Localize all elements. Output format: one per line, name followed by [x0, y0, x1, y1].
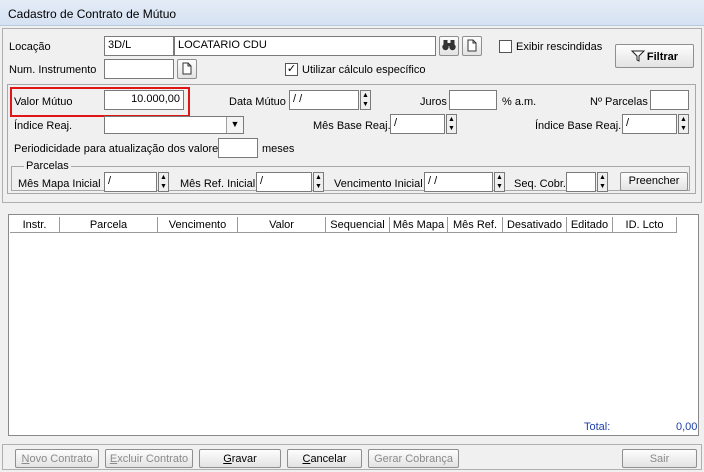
parcelas-group-label: Parcelas [24, 160, 71, 172]
funnel-icon [630, 50, 646, 62]
vencimento-inicial-spinner[interactable]: ▲ ▼ [494, 172, 505, 192]
mes-base-reaj-input[interactable]: / [390, 114, 445, 134]
vencimento-inicial-input[interactable]: / / [424, 172, 493, 192]
grid-col-instr[interactable]: Instr. [10, 217, 60, 232]
grid-col-vencimento[interactable]: Vencimento [158, 217, 238, 232]
num-parcelas-label: Nº Parcelas [590, 96, 648, 108]
grid-col-sequencial[interactable]: Sequencial [326, 217, 390, 232]
indice-reaj-label: Índice Reaj. [14, 120, 73, 132]
valor-mutuo-input[interactable]: 10.000,00 [104, 90, 184, 110]
mes-base-reaj-label: Mês Base Reaj. [313, 120, 391, 132]
num-instrumento-label: Num. Instrumento [9, 64, 97, 76]
mes-mapa-inicial-spinner[interactable]: ▲ ▼ [158, 172, 169, 192]
indice-reaj-select[interactable] [104, 116, 244, 134]
periodicidade-label: Periodicidade para atualização dos valor… [14, 143, 224, 155]
mes-ref-inicial-label: Mês Ref. Inicial [180, 178, 256, 190]
indice-reaj-dropdown-button[interactable]: ▼ [226, 117, 243, 133]
search-locacao-button[interactable] [439, 36, 459, 56]
grid-col-desativado[interactable]: Desativado [503, 217, 567, 232]
filtrar-button[interactable]: Filtrar [615, 44, 694, 68]
num-parcelas-input[interactable] [650, 90, 689, 110]
document-icon [182, 62, 192, 75]
utilizar-calculo-checkbox[interactable]: ✓ [285, 63, 298, 76]
juros-unit: % a.m. [502, 96, 537, 108]
grid-col-valor[interactable]: Valor [238, 217, 326, 232]
document-icon [467, 39, 477, 52]
grid-col-id-lcto[interactable]: ID. Lcto [613, 217, 677, 232]
mes-ref-inicial-input[interactable]: / [256, 172, 312, 192]
preencher-button[interactable]: Preencher [620, 172, 688, 191]
total-label: Total: [584, 421, 611, 433]
periodicidade-input[interactable] [218, 138, 258, 158]
new-doc-instrumento-button[interactable] [177, 59, 197, 79]
periodicidade-unit: meses [262, 143, 295, 155]
seq-cobr-spinner[interactable]: ▲ ▼ [597, 172, 608, 192]
data-mutuo-input[interactable]: / / [289, 90, 359, 110]
grid-col-editado[interactable]: Editado [567, 217, 613, 232]
locacao-code-input[interactable]: 3D/L [104, 36, 174, 56]
exibir-rescindidas-label: Exibir rescindidas [516, 41, 603, 53]
mes-ref-inicial-spinner[interactable]: ▲ ▼ [313, 172, 324, 192]
grid-col-mes-ref[interactable]: Mês Ref. [448, 217, 503, 232]
seq-cobr-input[interactable] [566, 172, 596, 192]
vencimento-inicial-label: Vencimento Inicial [334, 178, 423, 190]
gravar-button[interactable]: Gravar [199, 449, 281, 468]
locacao-name-input[interactable]: LOCATARIO CDU [174, 36, 436, 56]
filtrar-label: Filtrar [646, 51, 679, 63]
chevron-down-icon: ▼ [230, 119, 240, 129]
sair-button[interactable]: Sair [622, 449, 697, 468]
indice-base-reaj-input[interactable]: / [622, 114, 677, 134]
indice-base-reaj-spinner[interactable]: ▲ ▼ [678, 114, 689, 134]
preencher-label: Preencher [628, 175, 680, 187]
seq-cobr-label: Seq. Cobr. [514, 178, 566, 190]
novo-contrato-button[interactable]: Novo Contrato [15, 449, 99, 468]
parcelas-grid[interactable] [8, 214, 699, 436]
data-mutuo-label: Data Mútuo [229, 96, 286, 108]
grid-col-parcela[interactable]: Parcela [60, 217, 158, 232]
valor-mutuo-label: Valor Mútuo [14, 96, 73, 108]
exibir-rescindidas-checkbox[interactable] [499, 40, 512, 53]
utilizar-calculo-label: Utilizar cálculo específico [302, 64, 426, 76]
locacao-label: Locação [9, 41, 51, 53]
grid-col-mes-mapa[interactable]: Mês Mapa [390, 217, 448, 232]
new-doc-locacao-button[interactable] [462, 36, 482, 56]
indice-base-reaj-label: Índice Base Reaj. [535, 120, 622, 132]
mes-mapa-inicial-input[interactable]: / [104, 172, 157, 192]
grid-header: Instr. Parcela Vencimento Valor Sequenci… [10, 217, 677, 233]
data-mutuo-spinner[interactable]: ▲ ▼ [360, 90, 371, 110]
gerar-cobranca-button[interactable]: Gerar Cobrança [368, 449, 459, 468]
binoculars-icon [442, 40, 456, 51]
mes-base-reaj-spinner[interactable]: ▲ ▼ [446, 114, 457, 134]
juros-label: Juros [420, 96, 447, 108]
mes-mapa-inicial-label: Mês Mapa Inicial [18, 178, 101, 190]
juros-input[interactable] [449, 90, 497, 110]
cancelar-button[interactable]: Cancelar [287, 449, 362, 468]
num-instrumento-input[interactable] [104, 59, 174, 79]
total-value: 0,00 [676, 421, 698, 433]
window-title-bar: Cadastro de Contrato de Mútuo [0, 0, 704, 26]
excluir-contrato-button[interactable]: Excluir Contrato [105, 449, 193, 468]
window-title: Cadastro de Contrato de Mútuo [8, 7, 177, 21]
